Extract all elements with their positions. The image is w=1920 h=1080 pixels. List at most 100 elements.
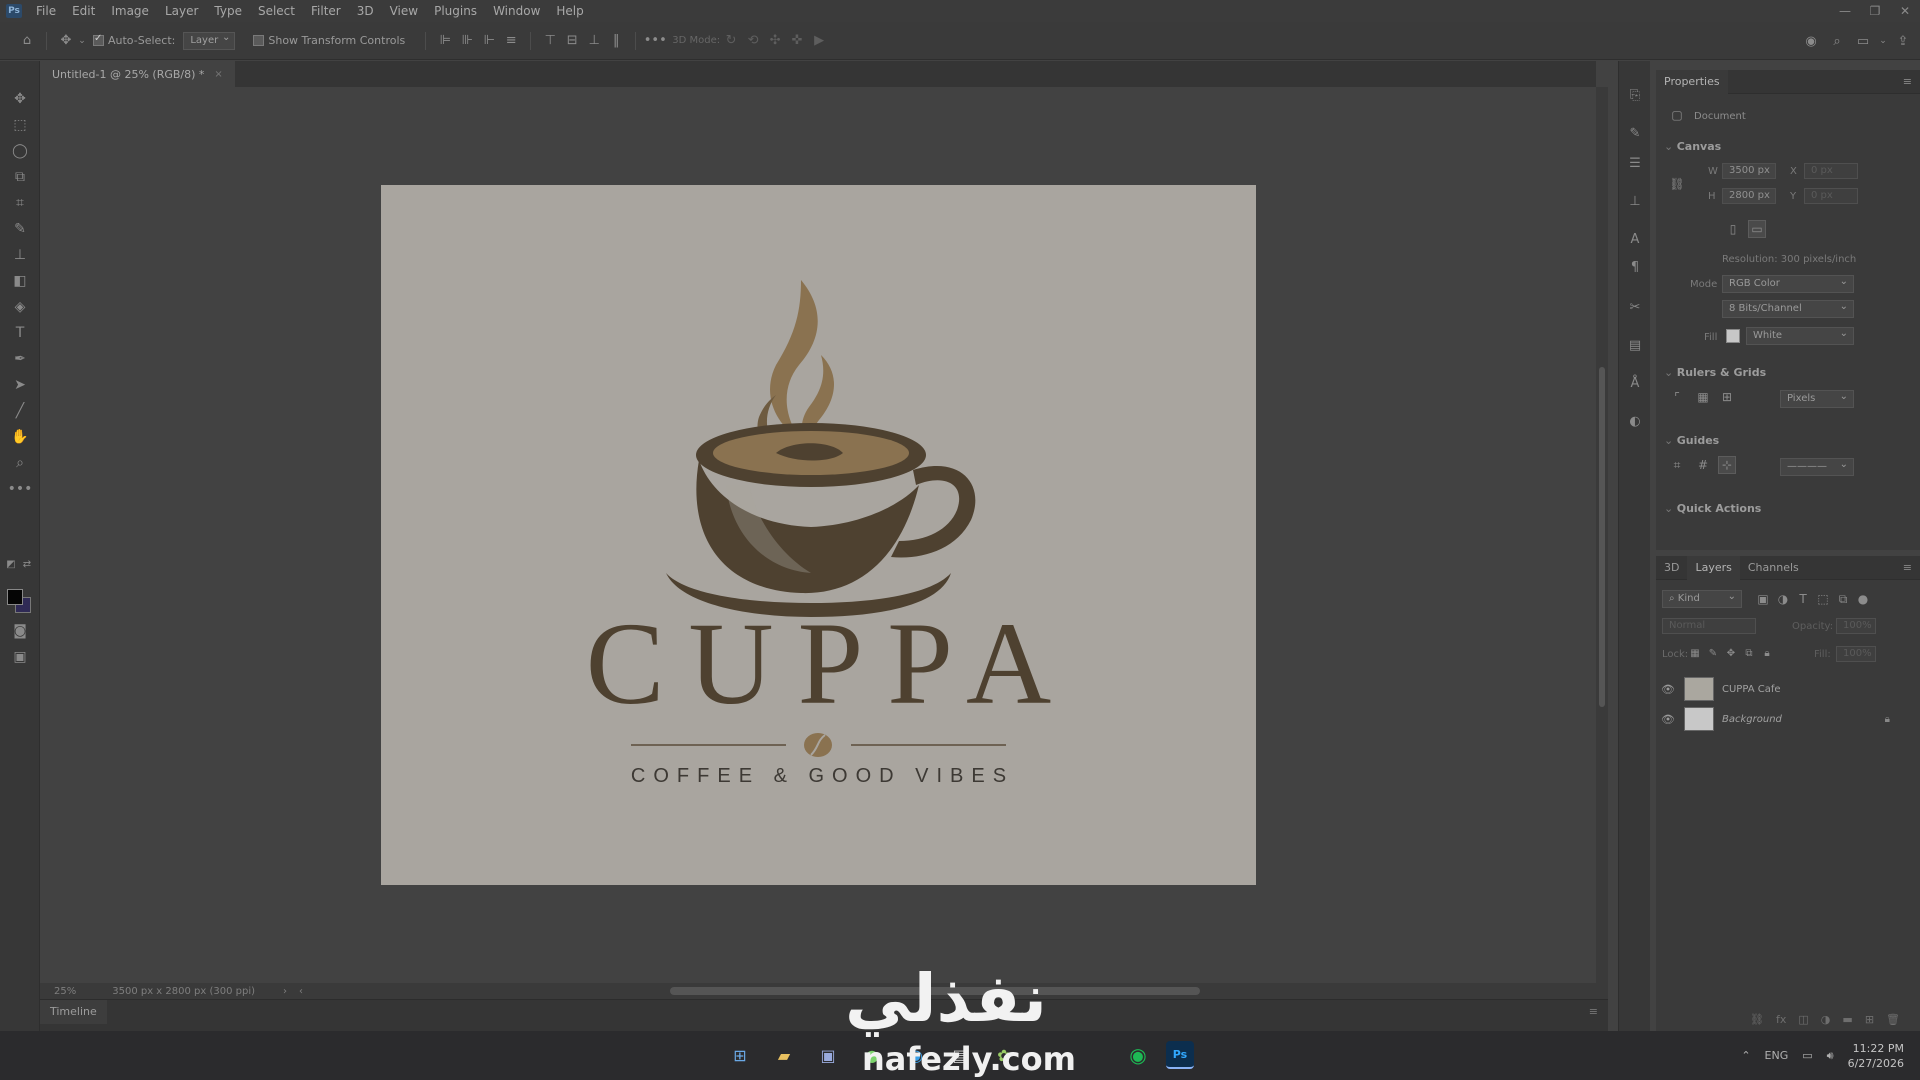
align-left-icon[interactable]: ⊫ <box>434 30 456 52</box>
shape-filter-icon[interactable]: ⬚ <box>1814 590 1832 608</box>
bit-depth-dropdown[interactable]: 8 Bits/Channel <box>1722 299 1854 318</box>
link-icon[interactable]: ⛓ <box>1668 175 1686 193</box>
properties-tab[interactable]: Properties <box>1656 69 1728 94</box>
store-icon[interactable]: ▣ <box>814 1041 842 1069</box>
canvas-section-title[interactable]: Canvas <box>1664 140 1721 153</box>
more-options-icon[interactable]: ••• <box>644 30 667 52</box>
more-tools-icon[interactable]: ••• <box>8 477 33 501</box>
layer-row-cuppa-cafe[interactable]: 👁︎ CUPPA Cafe <box>1656 674 1920 704</box>
lock-all-icon[interactable]: 🔒︎ <box>1758 644 1776 662</box>
adjustment-filter-icon[interactable]: ◑ <box>1774 590 1792 608</box>
foreground-color-swatch[interactable] <box>7 589 23 605</box>
pen-tool-icon[interactable]: ✒ <box>8 347 32 371</box>
share-icon[interactable]: ⇪ <box>1892 30 1914 52</box>
timeline-tab[interactable]: Timeline <box>40 1000 107 1024</box>
eraser-tool-icon[interactable]: ◧ <box>8 269 32 293</box>
auto-select-target-dropdown[interactable]: Layer <box>183 31 236 50</box>
minimize-icon[interactable]: — <box>1830 0 1860 22</box>
panel-menu-icon[interactable]: ≡ <box>1903 75 1912 88</box>
clock[interactable]: 11:22 PM 6/27/2026 <box>1848 1041 1904 1071</box>
scroll-left-icon[interactable]: ‹ <box>299 986 303 997</box>
guide-style-dropdown[interactable]: ———— <box>1780 457 1854 476</box>
language-indicator[interactable]: ENG <box>1765 1049 1789 1062</box>
photoshop-taskbar-icon[interactable]: Ps <box>1166 1041 1194 1069</box>
x-field[interactable]: 0 px <box>1804 163 1858 179</box>
adjustments-icon[interactable]: ☰ <box>1625 153 1645 173</box>
grid-icon[interactable]: ▦ <box>1694 388 1712 406</box>
pixel-filter-icon[interactable]: ▣ <box>1754 590 1772 608</box>
search-icon[interactable]: ⌕ <box>1826 30 1848 52</box>
clone-source-icon[interactable]: ⊥ <box>1625 191 1645 211</box>
tab-3d[interactable]: 3D <box>1656 556 1687 580</box>
fill-dropdown[interactable]: White <box>1746 326 1854 345</box>
menu-layer[interactable]: Layer <box>157 0 206 22</box>
start-menu-icon[interactable]: ⊞ <box>726 1041 754 1069</box>
canvas-vertical-scrollbar[interactable] <box>1596 87 1608 983</box>
align-center-icon[interactable]: ⊪ <box>456 30 478 52</box>
portrait-orientation-icon[interactable]: ▯ <box>1724 220 1742 238</box>
delete-layer-icon[interactable]: 🗑︎ <box>1886 1013 1900 1026</box>
lock-icon[interactable]: 🔒︎ <box>1885 714 1890 725</box>
checkbox-icon[interactable] <box>93 33 104 46</box>
menu-type[interactable]: Type <box>206 0 250 22</box>
menu-filter[interactable]: Filter <box>303 0 349 22</box>
spotify-icon[interactable]: ◉ <box>1124 1041 1152 1069</box>
add-mask-icon[interactable]: ◫ <box>1798 1013 1808 1026</box>
distribute-horizontal-icon[interactable]: ≡ <box>500 30 522 52</box>
lock-pixels-icon[interactable]: ✎ <box>1704 644 1722 662</box>
menu-edit[interactable]: Edit <box>64 0 103 22</box>
lock-artboard-icon[interactable]: ⧉ <box>1740 644 1758 662</box>
smart-object-filter-icon[interactable]: ⧉ <box>1834 590 1852 608</box>
swap-colors-icon[interactable]: ⇄ <box>20 557 34 571</box>
brush-settings-icon[interactable]: ✎ <box>1625 123 1645 143</box>
character-icon[interactable]: A <box>1625 229 1645 249</box>
layer-name[interactable]: Background <box>1722 714 1782 725</box>
menu-image[interactable]: Image <box>103 0 157 22</box>
fill-field[interactable]: 100% <box>1836 646 1876 662</box>
lock-transparent-icon[interactable]: ▦ <box>1686 644 1704 662</box>
guide-layout-icon[interactable]: # <box>1694 456 1712 474</box>
glyphs-icon[interactable]: Å <box>1625 373 1645 393</box>
line-tool-icon[interactable]: ╱ <box>8 399 32 423</box>
align-right-icon[interactable]: ⊩ <box>478 30 500 52</box>
document-canvas[interactable]: CUPPA COFFEE & GOOD VIBES <box>381 185 1256 885</box>
ruler-icon[interactable]: ⌜ <box>1668 388 1686 406</box>
stamp-tool-icon[interactable]: ⊥ <box>8 243 32 267</box>
file-explorer-icon[interactable]: ▰ <box>770 1041 798 1069</box>
menu-select[interactable]: Select <box>250 0 303 22</box>
chevron-down-icon[interactable]: ⌄ <box>77 30 87 52</box>
filter-toggle-icon[interactable]: ● <box>1854 590 1872 608</box>
link-layers-icon[interactable]: ⛓ <box>1750 1013 1764 1026</box>
quick-mask-icon[interactable]: ◙ <box>8 619 32 643</box>
tools-presets-icon[interactable]: ✂ <box>1625 297 1645 317</box>
blend-mode-dropdown[interactable]: Normal <box>1662 618 1756 634</box>
ruler-units-dropdown[interactable]: Pixels <box>1780 389 1854 408</box>
auto-select-checkbox[interactable]: Auto-Select: <box>93 33 175 47</box>
color-mode-dropdown[interactable]: RGB Color <box>1722 274 1854 293</box>
volume-icon[interactable]: 🔊︎ <box>1827 1049 1834 1063</box>
tab-channels[interactable]: Channels <box>1740 556 1807 580</box>
new-layer-icon[interactable]: ⊞ <box>1865 1013 1874 1026</box>
restore-icon[interactable]: ❐ <box>1860 0 1890 22</box>
layer-filter-dropdown[interactable]: ⌕ Kind <box>1662 589 1742 608</box>
quick-actions-section-title[interactable]: Quick Actions <box>1664 502 1762 515</box>
eye-icon[interactable]: 👁︎ <box>1656 683 1680 696</box>
crop-tool-icon[interactable]: ⌗ <box>8 191 32 215</box>
zoom-tool-icon[interactable]: ⌕ <box>8 451 32 475</box>
chevron-up-icon[interactable]: ⌃ <box>1741 1049 1750 1062</box>
height-field[interactable]: 2800 px <box>1722 188 1776 204</box>
align-top-icon[interactable]: ⊤ <box>539 30 561 52</box>
paint-bucket-tool-icon[interactable]: ◈ <box>8 295 32 319</box>
canvas-area[interactable]: CUPPA COFFEE & GOOD VIBES <box>40 87 1596 983</box>
default-colors-icon[interactable]: ◩ <box>4 557 18 571</box>
align-bottom-icon[interactable]: ⊥ <box>583 30 605 52</box>
distribute-vertical-icon[interactable]: ‖ <box>605 30 627 52</box>
paragraph-icon[interactable]: ¶ <box>1625 257 1645 277</box>
layer-name[interactable]: CUPPA Cafe <box>1722 684 1781 695</box>
lock-position-icon[interactable]: ✥ <box>1722 644 1740 662</box>
history-icon[interactable]: ⎘ <box>1625 85 1645 105</box>
scrollbar-thumb[interactable] <box>1599 367 1605 707</box>
align-middle-icon[interactable]: ⊟ <box>561 30 583 52</box>
libraries-icon[interactable]: ▤ <box>1625 335 1645 355</box>
chevron-right-icon[interactable]: › <box>283 986 287 997</box>
